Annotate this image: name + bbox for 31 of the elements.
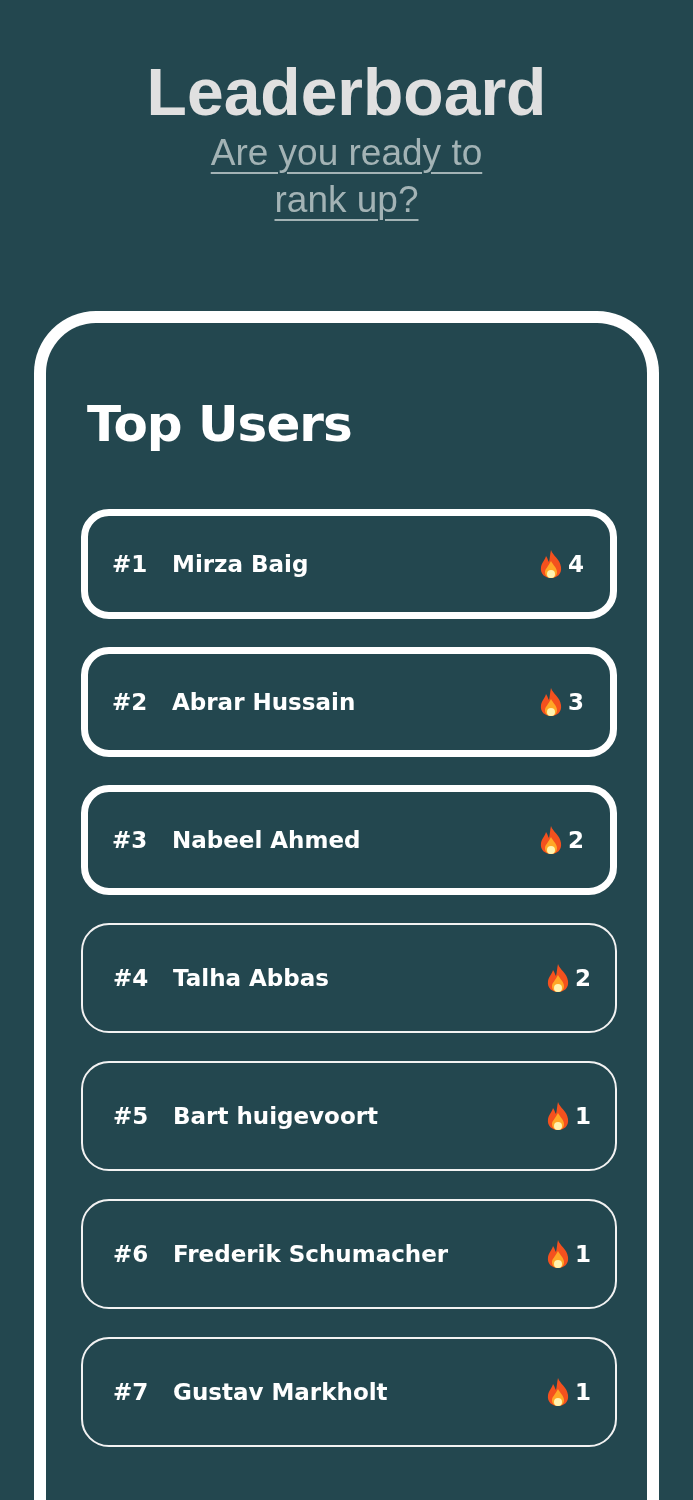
fire-icon	[538, 824, 564, 855]
fire-icon	[538, 548, 564, 579]
rank: #7	[113, 1378, 150, 1405]
fire-icon	[545, 1238, 571, 1269]
score: 1	[575, 1240, 591, 1267]
rank: #4	[113, 964, 150, 991]
user-name: Talha Abbas	[173, 964, 330, 991]
user-name: Frederik Schumacher	[173, 1240, 450, 1267]
user-name: Bart huigevoort	[173, 1102, 380, 1129]
user-name: Nabeel Ahmed	[172, 826, 362, 853]
fire-icon	[538, 686, 564, 717]
fire-icon	[545, 1100, 571, 1131]
user-name: Mirza Baig	[172, 550, 310, 577]
score: 2	[568, 826, 584, 853]
rank: #1	[112, 550, 149, 577]
rank: #6	[113, 1240, 150, 1267]
rank: #3	[112, 826, 149, 853]
fire-icon	[545, 962, 571, 993]
page-title: Leaderboard	[146, 56, 547, 129]
subtitle-link[interactable]: Are you ready to rank up?	[176, 128, 517, 223]
score: 3	[568, 688, 584, 715]
fire-icon	[545, 1376, 571, 1407]
user-name: Gustav Markholt	[173, 1378, 389, 1405]
score: 4	[568, 550, 584, 577]
rank: #5	[113, 1102, 150, 1129]
rank: #2	[112, 688, 149, 715]
card-title: Top Users	[87, 394, 353, 453]
user-name: Abrar Hussain	[172, 688, 357, 715]
score: 1	[575, 1378, 591, 1405]
score: 1	[575, 1102, 591, 1129]
score: 2	[575, 964, 591, 991]
